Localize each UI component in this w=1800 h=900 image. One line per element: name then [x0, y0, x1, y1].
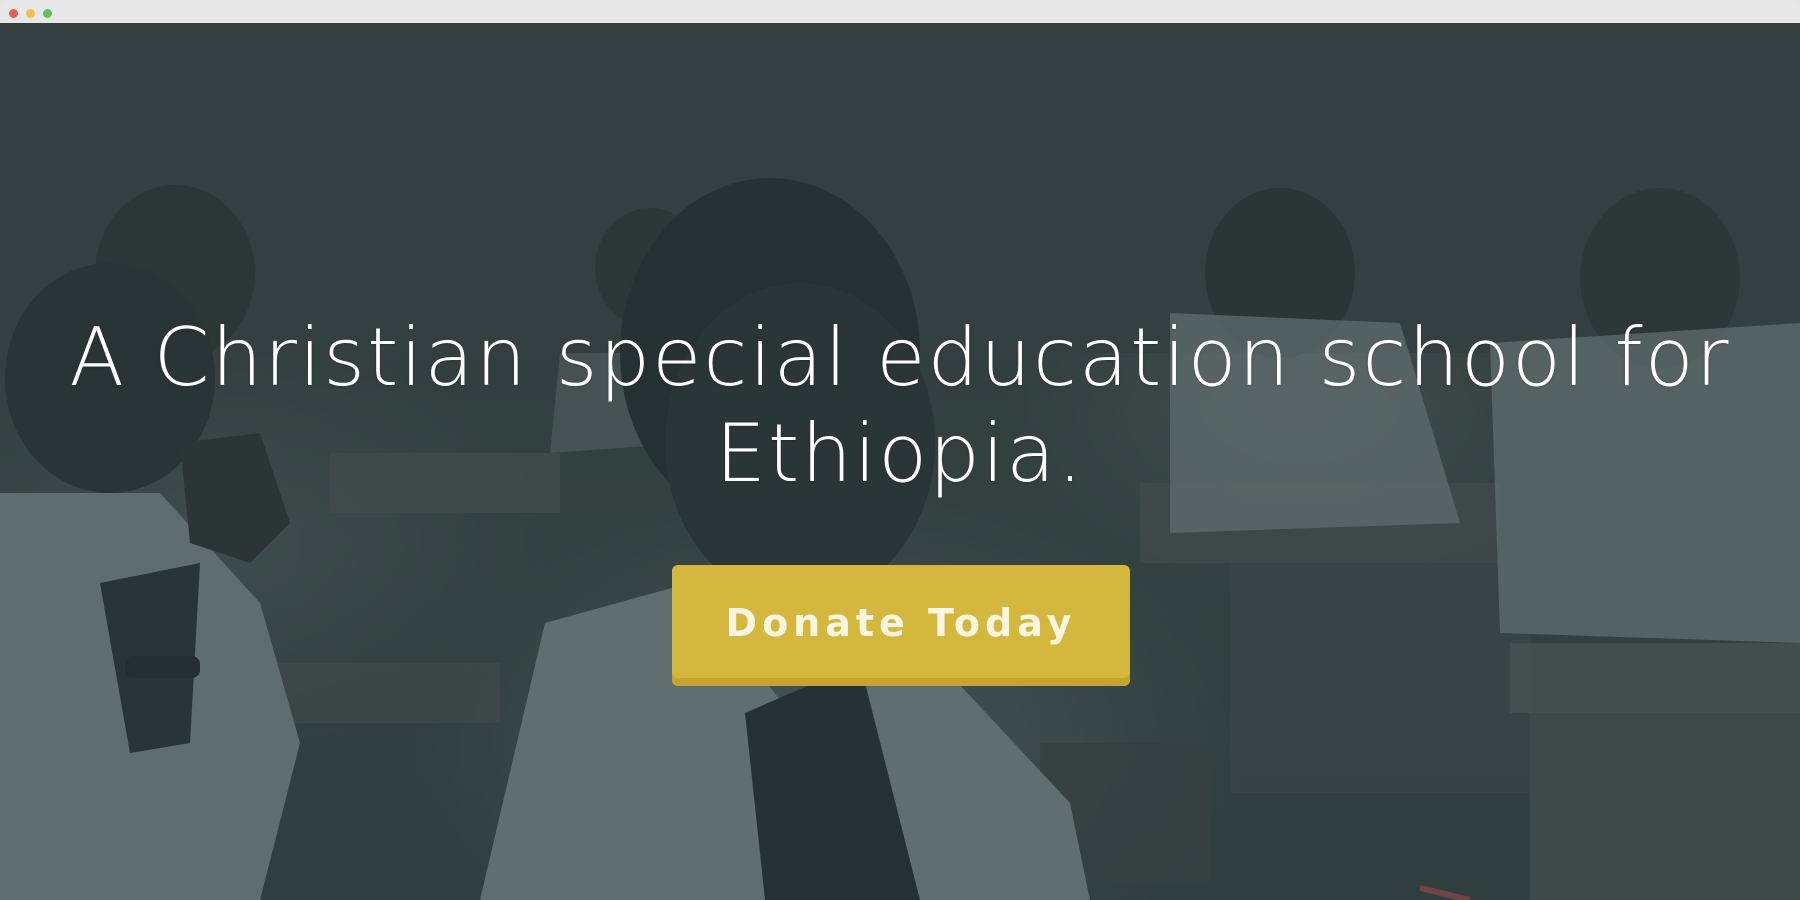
- donate-today-button[interactable]: Donate Today: [672, 565, 1130, 686]
- close-window-icon[interactable]: [9, 9, 18, 18]
- maximize-window-icon[interactable]: [43, 9, 52, 18]
- minimize-window-icon[interactable]: [26, 9, 35, 18]
- hero-section: A Christian special education school for…: [0, 23, 1800, 900]
- browser-window-chrome: [0, 0, 1800, 23]
- hero-title: A Christian special education school for…: [69, 311, 1731, 500]
